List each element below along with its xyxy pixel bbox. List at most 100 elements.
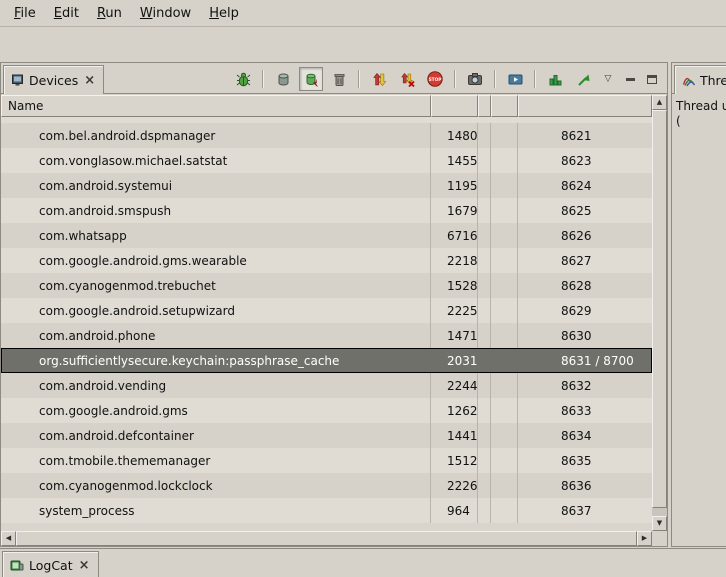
- column-header-4[interactable]: [491, 95, 518, 117]
- screen-record-button[interactable]: [503, 67, 527, 91]
- minimize-button[interactable]: [621, 69, 639, 89]
- horizontal-scroll-thumb[interactable]: [16, 531, 637, 546]
- process-pid-cell: 14411: [431, 423, 478, 448]
- process-row[interactable]: com.android.vending 22440 8632: [1, 373, 652, 398]
- process-name-cell: com.google.android.gms: [1, 398, 431, 423]
- process-row[interactable]: com.google.android.setupwizard 22250 862…: [1, 298, 652, 323]
- empty-cell: [478, 298, 491, 323]
- menu-edit[interactable]: Edit: [45, 2, 88, 25]
- process-name-cell: com.cyanogenmod.lockclock: [1, 473, 431, 498]
- empty-cell: [491, 148, 518, 173]
- process-name-cell: com.android.defcontainer: [1, 423, 431, 448]
- menu-run[interactable]: Run: [88, 2, 131, 25]
- start-profiling-button[interactable]: [543, 67, 567, 91]
- empty-cell: [491, 473, 518, 498]
- scroll-down-button[interactable]: ▼: [652, 516, 667, 531]
- tab-threads[interactable]: Threads ×: [674, 65, 726, 94]
- process-row[interactable]: com.cyanogenmod.lockclock 22265 8636: [1, 473, 652, 498]
- tab-threads-label: Threads: [700, 73, 726, 88]
- process-port-cell: 8630: [518, 323, 652, 348]
- dump-threads-button[interactable]: [395, 67, 419, 91]
- network-stats-button[interactable]: [571, 67, 595, 91]
- screen-record-icon: [508, 72, 523, 87]
- menu-file[interactable]: File: [5, 2, 45, 25]
- empty-cell: [478, 198, 491, 223]
- empty-cell: [491, 498, 518, 523]
- menu-window[interactable]: Window: [131, 2, 200, 25]
- dump-hprof-button[interactable]: [299, 67, 323, 91]
- close-icon[interactable]: ×: [83, 74, 96, 87]
- empty-cell: [491, 273, 518, 298]
- column-header-3[interactable]: [478, 95, 491, 117]
- scroll-up-button[interactable]: ▲: [652, 95, 667, 110]
- scroll-left-button[interactable]: ◀: [1, 531, 16, 546]
- maximize-button[interactable]: [643, 69, 661, 89]
- process-port-cell: 8627: [518, 248, 652, 273]
- close-icon[interactable]: ×: [78, 559, 91, 572]
- process-row[interactable]: com.cyanogenmod.trebuchet 1528 8628: [1, 273, 652, 298]
- process-table: Name com.bel.android.dspmanager 1480 862…: [1, 95, 667, 546]
- screen-capture-button[interactable]: [463, 67, 487, 91]
- empty-cell: [478, 348, 491, 373]
- threads-message-line2: (: [676, 114, 722, 129]
- devices-view: Devices ×: [0, 62, 668, 547]
- process-name-cell: com.android.smspush: [1, 198, 431, 223]
- process-row[interactable]: com.bel.android.dspmanager 1480 8621: [1, 123, 652, 148]
- logcat-icon: [10, 559, 24, 572]
- cause-gc-button[interactable]: [327, 67, 351, 91]
- process-pid-cell: 14553: [431, 148, 478, 173]
- empty-cell: [478, 448, 491, 473]
- column-header-port[interactable]: [518, 95, 652, 117]
- menu-window-label: Window: [140, 6, 191, 21]
- column-header-pid[interactable]: [431, 95, 478, 117]
- empty-cell: [478, 148, 491, 173]
- profiling-bars-icon: [548, 72, 563, 87]
- empty-cell: [491, 373, 518, 398]
- empty-cell: [491, 198, 518, 223]
- update-threads-button[interactable]: [367, 67, 391, 91]
- process-pid-cell: 1528: [431, 273, 478, 298]
- process-row[interactable]: com.android.smspush 1679 8625: [1, 198, 652, 223]
- process-port-cell: 8628: [518, 273, 652, 298]
- process-row[interactable]: com.android.systemui 1195 8624: [1, 173, 652, 198]
- scroll-right-button[interactable]: ▶: [637, 531, 652, 546]
- process-row[interactable]: com.whatsapp 6716 8626: [1, 223, 652, 248]
- update-heap-button[interactable]: [271, 67, 295, 91]
- process-pid-cell: 1480: [431, 123, 478, 148]
- column-header-name[interactable]: Name: [1, 95, 431, 117]
- device-icon: [11, 74, 24, 87]
- minimize-icon: [626, 78, 635, 81]
- process-row[interactable]: org.sufficientlysecure.keychain:passphra…: [1, 348, 652, 373]
- process-name-cell: system_process: [1, 498, 431, 523]
- process-row[interactable]: com.google.android.gms 12623 8633: [1, 398, 652, 423]
- view-menu-icon: ▽: [605, 74, 612, 84]
- tab-logcat-label: LogCat: [29, 558, 73, 573]
- view-menu-button[interactable]: ▽: [599, 69, 617, 89]
- process-port-cell: 8621: [518, 123, 652, 148]
- process-table-body: com.bel.android.dspmanager 1480 8621 com…: [1, 117, 652, 531]
- process-row[interactable]: com.vonglasow.michael.satstat 14553 8623: [1, 148, 652, 173]
- threads-message-line1: Thread up: [676, 99, 722, 114]
- stop-process-button[interactable]: STOP: [423, 67, 447, 91]
- empty-cell: [478, 373, 491, 398]
- process-pid-cell: 1195: [431, 173, 478, 198]
- process-row[interactable]: com.android.defcontainer 14411 8634: [1, 423, 652, 448]
- vertical-scrollbar[interactable]: ▲ ▼: [652, 95, 667, 531]
- process-row[interactable]: com.android.phone 1471 8630: [1, 323, 652, 348]
- maximize-icon: [647, 75, 657, 84]
- vertical-scroll-thumb[interactable]: [652, 110, 667, 508]
- empty-cell: [491, 298, 518, 323]
- process-row[interactable]: com.google.android.gms.wearable 22185 86…: [1, 248, 652, 273]
- scroll-up-icon: ▲: [657, 99, 662, 106]
- empty-cell: [491, 323, 518, 348]
- debug-process-button[interactable]: [231, 67, 255, 91]
- process-pid-cell: 22185: [431, 248, 478, 273]
- toolbar-separator: [494, 70, 496, 88]
- tab-devices[interactable]: Devices ×: [3, 65, 104, 94]
- main-toolbar-empty: [0, 27, 726, 62]
- menu-help[interactable]: Help: [200, 2, 248, 25]
- process-row[interactable]: com.tmobile.thememanager 1512 8635: [1, 448, 652, 473]
- horizontal-scrollbar[interactable]: ◀ ▶: [1, 531, 652, 546]
- process-row[interactable]: system_process 964 8637: [1, 498, 652, 523]
- tab-logcat[interactable]: LogCat ×: [2, 551, 99, 577]
